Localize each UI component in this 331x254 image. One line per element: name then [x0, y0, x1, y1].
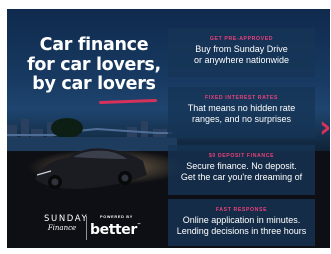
- feature-title: GET PRE-APPROVED: [209, 36, 274, 42]
- finance-logo-text: Finance: [47, 224, 77, 232]
- headline-line-1: Car finance: [39, 35, 149, 55]
- car-finance-ad[interactable]: Car finance for car lovers, by car lover…: [7, 9, 330, 248]
- trademark-symbol: ™: [136, 222, 141, 227]
- feature-line: That means no hidden rate: [187, 103, 296, 113]
- feature-line: Lending decisions in three hours: [176, 226, 307, 236]
- chevron-right-icon: ›: [319, 113, 330, 143]
- feature-zero-deposit: $0 DEPOSIT FINANCE Secure finance. No de…: [168, 145, 315, 195]
- better-logo: better™: [90, 222, 141, 238]
- headline-line-3: by car lovers: [32, 74, 156, 94]
- feature-title: FAST RESPONSE: [215, 207, 268, 213]
- better-logo-text: better: [90, 222, 137, 238]
- headline: Car finance for car lovers, by car lover…: [19, 35, 169, 95]
- feature-line: Secure finance. No deposit.: [186, 161, 297, 171]
- feature-line: ranges, and no surprises: [191, 114, 292, 124]
- feature-line: Get the car you're dreaming of: [180, 172, 303, 182]
- sunday-finance-logo: SUNDAY Finance: [44, 214, 89, 241]
- feature-pre-approved: GET PRE-APPROVED Buy from Sunday Drive o…: [168, 28, 315, 77]
- headline-line-2: for car lovers,: [27, 54, 161, 75]
- sunday-logo-text: SUNDAY: [44, 214, 89, 224]
- logo-divider: [86, 216, 87, 240]
- feature-title: FIXED INTEREST RATES: [204, 95, 278, 101]
- feature-line: Online application in minutes.: [182, 215, 301, 225]
- feature-title: $0 DEPOSIT FINANCE: [208, 153, 275, 159]
- feature-line: or anywhere nationwide: [193, 55, 290, 65]
- powered-by-label: POWERED BY: [100, 215, 133, 219]
- feature-line: Buy from Sunday Drive: [195, 44, 288, 54]
- feature-fixed-rates: FIXED INTEREST RATES That means no hidde…: [168, 87, 315, 138]
- feature-fast-response: FAST RESPONSE Online application in minu…: [168, 199, 315, 246]
